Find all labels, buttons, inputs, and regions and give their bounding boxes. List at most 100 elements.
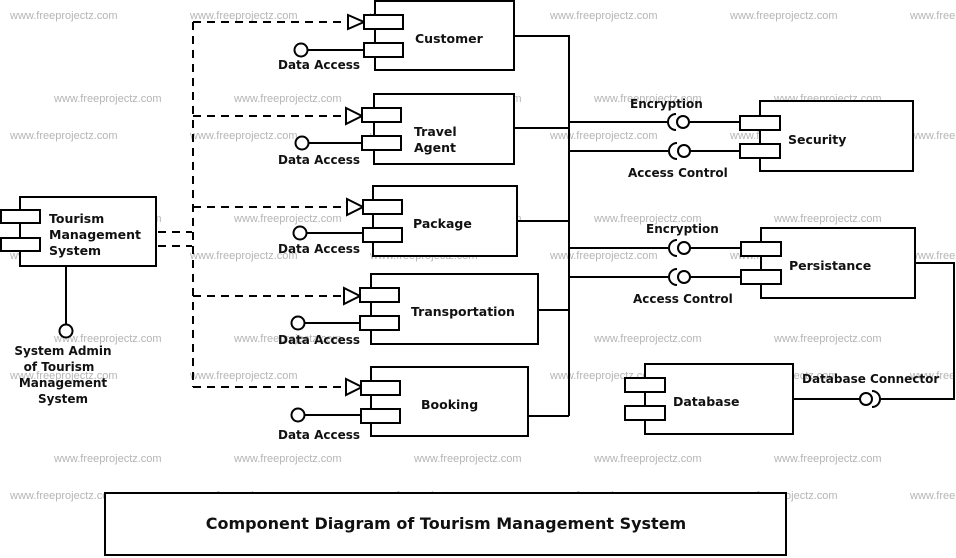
system-name-line: System bbox=[49, 243, 101, 258]
watermark-text: www.freeprojectz.com bbox=[593, 333, 702, 345]
component-port-icon bbox=[740, 241, 782, 257]
watermark-text: www.freeprojectz.com bbox=[9, 10, 118, 22]
interface-label: Management bbox=[19, 376, 108, 390]
watermark-text: www.freeprojectz.com bbox=[773, 333, 882, 345]
interface-label: Access Control bbox=[633, 292, 733, 306]
diagram-title: Component Diagram of Tourism Management … bbox=[206, 514, 686, 533]
watermark-text: www.freeprojectz.com bbox=[549, 130, 658, 142]
persistance-component[interactable]: Persistance bbox=[740, 227, 916, 299]
arrowhead-travel-agent bbox=[345, 106, 365, 126]
watermark-text: www.freeprojectz.com bbox=[233, 93, 342, 105]
security-access-control-interface: Access Control bbox=[569, 142, 740, 180]
ball-icon bbox=[677, 144, 691, 158]
system-name-line: Management bbox=[49, 227, 141, 242]
interface-label: Data Access bbox=[278, 242, 360, 256]
watermark-text: www.freeprojectz.com bbox=[233, 453, 342, 465]
watermark-text: www.freeprojectz.com bbox=[189, 370, 298, 382]
component-port-icon bbox=[0, 237, 41, 252]
arrowhead-package bbox=[346, 197, 366, 217]
component-port-icon bbox=[739, 115, 781, 131]
booking-component[interactable]: Booking Data Access bbox=[278, 366, 529, 442]
component-port-icon bbox=[362, 227, 403, 243]
ball-icon bbox=[676, 115, 690, 129]
component-port-icon bbox=[361, 135, 402, 151]
component-port-icon bbox=[360, 408, 401, 424]
arrowhead-transportation bbox=[343, 286, 363, 306]
component-name: Transportation bbox=[411, 304, 515, 319]
watermark-text: www.freeprojectz.com bbox=[53, 93, 162, 105]
watermark-text: www.freeprojectz.com bbox=[909, 130, 956, 142]
lollipop-interface-icon bbox=[290, 407, 306, 423]
lollipop-interface-icon bbox=[292, 225, 308, 241]
component-diagram: www.freeprojectz.com www.freeprojectz.com… bbox=[0, 0, 956, 556]
diagram-title-box: Component Diagram of Tourism Management … bbox=[104, 492, 787, 556]
watermark-text: www.freeprojectz.com bbox=[9, 130, 118, 142]
watermark-text: www.freeprojectz.com bbox=[593, 453, 702, 465]
component-name: Persistance bbox=[789, 258, 871, 273]
lollipop-interface-icon bbox=[290, 315, 306, 331]
component-name: Customer bbox=[415, 31, 484, 46]
socket-icon bbox=[668, 142, 678, 160]
watermark-text: www.freeprojectz.com bbox=[189, 10, 298, 22]
watermark-text: www.freeprojectz.com bbox=[413, 453, 522, 465]
ball-icon bbox=[859, 392, 873, 406]
arrowhead-customer bbox=[347, 13, 367, 31]
arrowhead-booking bbox=[345, 377, 365, 397]
component-name: Security bbox=[788, 132, 846, 147]
watermark-text: www.freeprojectz.com bbox=[909, 10, 956, 22]
watermark-text: www.freeprojectz.com bbox=[729, 10, 838, 22]
interface-label: Data Access bbox=[278, 428, 360, 442]
interface-label: Encryption bbox=[630, 97, 703, 111]
component-port-icon bbox=[359, 315, 400, 331]
component-name: Travel bbox=[414, 124, 457, 139]
component-port-icon bbox=[361, 107, 402, 123]
watermark-text: www.freeprojectz.com bbox=[773, 453, 882, 465]
interface-label: Data Access bbox=[278, 153, 360, 167]
interface-label: of Tourism bbox=[24, 360, 95, 374]
socket-icon bbox=[668, 239, 678, 257]
interface-label: System bbox=[38, 392, 88, 406]
socket-icon bbox=[667, 113, 677, 131]
component-port-icon bbox=[624, 405, 666, 421]
interface-label: System Admin bbox=[14, 344, 111, 358]
persistance-access-control-interface: Access Control bbox=[569, 268, 741, 306]
component-port-icon bbox=[739, 143, 781, 159]
database-component[interactable]: Database bbox=[624, 363, 794, 435]
component-port-icon bbox=[624, 377, 666, 393]
lollipop-interface-icon bbox=[294, 135, 310, 151]
interface-label: Encryption bbox=[646, 222, 719, 236]
lollipop-interface-icon bbox=[293, 42, 309, 58]
tourism-management-system-component[interactable]: Tourism Management System bbox=[0, 196, 157, 267]
interface-label: Access Control bbox=[628, 166, 728, 180]
watermark-text: www.freeprojectz.com bbox=[189, 130, 298, 142]
watermark-text: www.freeprojectz.com bbox=[233, 213, 342, 225]
interface-label: Database Connector bbox=[802, 372, 939, 386]
ball-icon bbox=[677, 241, 691, 255]
component-name: Booking bbox=[421, 397, 478, 412]
watermark-text: www.freeprojectz.com bbox=[909, 250, 956, 262]
component-name: Agent bbox=[414, 140, 456, 155]
component-name: Package bbox=[413, 216, 472, 231]
component-name: Database bbox=[673, 394, 740, 409]
component-port-icon bbox=[0, 209, 41, 224]
component-port-icon bbox=[360, 380, 401, 396]
assembly-bus bbox=[514, 35, 570, 417]
transportation-component[interactable]: Transportation Data Access bbox=[278, 273, 539, 347]
component-port-icon bbox=[359, 287, 400, 303]
watermark-text: www.freeprojectz.com bbox=[549, 250, 658, 262]
system-name-line: Tourism bbox=[49, 211, 104, 226]
component-port-icon bbox=[362, 199, 403, 215]
interface-label: Data Access bbox=[278, 333, 360, 347]
ball-icon bbox=[677, 270, 691, 284]
customer-component[interactable]: Customer Data Access bbox=[278, 0, 515, 72]
bus-line-customer bbox=[514, 35, 570, 122]
watermark-text: www.freeprojectz.com bbox=[9, 490, 118, 502]
component-port-icon bbox=[363, 42, 404, 58]
security-component[interactable]: Security bbox=[739, 100, 914, 172]
watermark-text: www.freeprojectz.com bbox=[549, 10, 658, 22]
interface-label: Data Access bbox=[278, 58, 360, 72]
watermark-text: www.freeprojectz.com bbox=[53, 453, 162, 465]
socket-icon bbox=[871, 390, 881, 408]
lollipop-interface-icon bbox=[58, 323, 74, 339]
watermark-text: www.freeprojectz.com bbox=[773, 213, 882, 225]
